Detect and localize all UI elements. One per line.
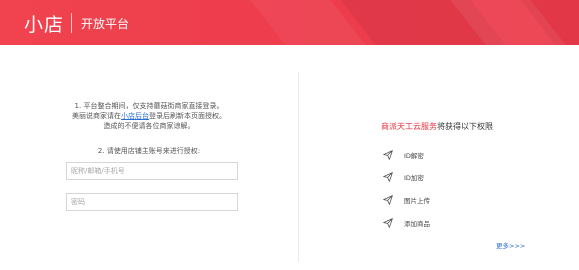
password-input[interactable] [66,193,238,211]
shop-backend-link[interactable]: 小店后台 [121,112,149,120]
header-bar: 小店 开放平台 [0,0,579,45]
permission-item: 添加商品 [383,217,430,229]
permissions-panel: 商派天工云服务将获得以下权限 ID解密 ID加密 图片上传 添加商品 更多>>> [299,45,579,270]
logo-divider [71,13,72,33]
more-permissions-link[interactable]: 更多>>> [496,240,525,250]
notice-line-3: 造成的不便请各位商家谅解。 [103,122,195,130]
paper-plane-icon [383,218,393,228]
login-notice: 1. 平台整合期间，仅支持蘑菇街商家直接登录。 美丽说商家请在小店后台登录后刷新… [20,101,278,131]
service-name: 商派天工云服务 [381,122,437,131]
permissions-title-suffix: 将获得以下权限 [437,122,493,131]
login-panel: 1. 平台整合期间，仅支持蘑菇街商家直接登录。 美丽说商家请在小店后台登录后刷新… [0,45,298,270]
logo: 小店 [24,14,65,36]
notice-line-1: 1. 平台整合期间，仅支持蘑菇街商家直接登录。 [74,102,224,110]
auth-hint: 2. 请使用店铺主账号来进行授权: [97,147,201,155]
paper-plane-icon [383,172,393,182]
permission-label: ID加密 [404,174,424,182]
notice-line-2: 美丽说商家请在小店后台登录后刷新本页面授权。 [20,111,278,121]
notice-line-2-suffix: 登录后刷新本页面授权。 [149,112,226,120]
permissions-title: 商派天工云服务将获得以下权限 [381,121,493,132]
permission-label: ID解密 [404,152,424,160]
permission-label: 添加商品 [404,220,430,228]
permission-label: 图片上传 [404,197,430,205]
account-input[interactable] [66,162,238,180]
paper-plane-icon [383,195,393,205]
permission-item: ID解密 [383,149,424,161]
paper-plane-icon [383,150,393,160]
permission-item: ID加密 [383,171,424,183]
permission-item: 图片上传 [383,194,430,206]
platform-title: 开放平台 [81,17,130,31]
notice-line-2-prefix: 美丽说商家请在 [72,112,121,120]
